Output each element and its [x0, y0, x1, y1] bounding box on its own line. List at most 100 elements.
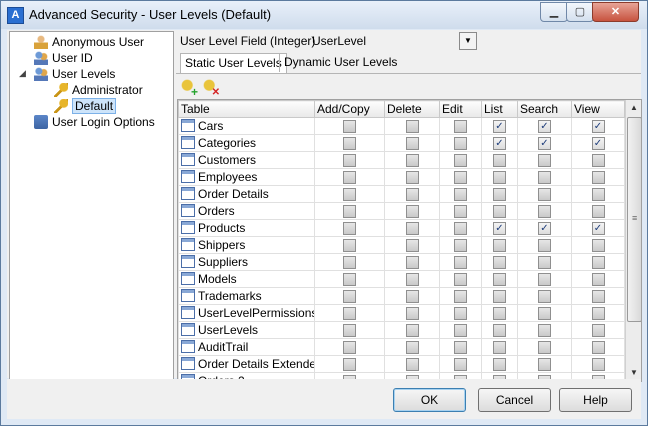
tree-item-user-id[interactable]: User ID	[34, 50, 93, 66]
permission-checkbox[interactable]	[454, 137, 467, 151]
permission-checkbox[interactable]	[493, 171, 506, 185]
permission-checkbox[interactable]	[538, 205, 551, 219]
permission-checkbox[interactable]	[405, 324, 419, 338]
permission-checkbox[interactable]	[343, 273, 356, 287]
chevron-down-icon[interactable]: ▼	[459, 32, 477, 50]
permission-checkbox[interactable]	[405, 188, 419, 202]
permission-checkbox[interactable]	[454, 341, 467, 355]
permission-checkbox[interactable]	[493, 324, 506, 338]
table-row[interactable]: Shippers	[178, 236, 625, 254]
permission-checkbox[interactable]: ✓	[538, 137, 551, 151]
table-row[interactable]: Order Details	[178, 185, 625, 203]
permission-checkbox[interactable]	[343, 358, 356, 372]
tree-item-administrator[interactable]: Administrator	[54, 82, 143, 98]
column-header[interactable]: Delete	[384, 100, 440, 118]
tab-dynamic-user-levels[interactable]: Dynamic User Levels	[279, 53, 401, 72]
permission-checkbox[interactable]: ✓	[493, 120, 506, 134]
permission-checkbox[interactable]	[493, 307, 506, 321]
permission-checkbox[interactable]	[405, 239, 419, 253]
permission-checkbox[interactable]	[493, 256, 506, 270]
permission-checkbox[interactable]	[405, 222, 419, 236]
permission-checkbox[interactable]	[454, 171, 467, 185]
permission-checkbox[interactable]	[454, 290, 467, 304]
table-row[interactable]: Order Details Extended	[178, 355, 625, 373]
permission-checkbox[interactable]	[591, 154, 605, 168]
column-header[interactable]: Search	[517, 100, 572, 118]
permission-checkbox[interactable]	[454, 256, 467, 270]
permission-checkbox[interactable]	[591, 205, 605, 219]
permission-checkbox[interactable]: ✓	[538, 222, 551, 236]
permission-checkbox[interactable]: ✓	[493, 222, 506, 236]
permission-checkbox[interactable]	[454, 324, 467, 338]
table-row[interactable]: UserLevelPermissions	[178, 304, 625, 322]
column-header[interactable]: List	[481, 100, 518, 118]
permission-checkbox[interactable]	[538, 188, 551, 202]
tree-item-default[interactable]: Default	[54, 98, 117, 114]
permission-checkbox[interactable]: ✓	[591, 137, 605, 151]
table-row[interactable]: Trademarks	[178, 287, 625, 305]
help-button[interactable]: Help	[559, 388, 632, 412]
permission-checkbox[interactable]	[493, 341, 506, 355]
permission-checkbox[interactable]	[454, 120, 467, 134]
permission-checkbox[interactable]	[591, 239, 605, 253]
maximize-button[interactable]: ▢	[566, 2, 594, 22]
permission-checkbox[interactable]	[405, 273, 419, 287]
permission-checkbox[interactable]	[454, 205, 467, 219]
tree-item-anonymous-user[interactable]: Anonymous User	[34, 34, 144, 50]
permission-checkbox[interactable]	[343, 307, 356, 321]
permission-checkbox[interactable]	[405, 137, 419, 151]
permission-checkbox[interactable]	[454, 273, 467, 287]
permission-checkbox[interactable]	[343, 239, 356, 253]
permission-checkbox[interactable]	[538, 273, 551, 287]
permission-checkbox[interactable]	[405, 154, 419, 168]
permission-checkbox[interactable]	[591, 358, 605, 372]
scroll-up-icon[interactable]: ▲	[626, 100, 641, 116]
permission-checkbox[interactable]	[454, 239, 467, 253]
permission-checkbox[interactable]	[591, 256, 605, 270]
permission-checkbox[interactable]	[538, 154, 551, 168]
permission-checkbox[interactable]: ✓	[538, 120, 551, 134]
permission-checkbox[interactable]	[343, 188, 356, 202]
close-button[interactable]: ✕	[592, 2, 639, 22]
permission-checkbox[interactable]: ✓	[591, 222, 605, 236]
table-row[interactable]: Orders	[178, 202, 625, 220]
permission-checkbox[interactable]	[343, 256, 356, 270]
table-row[interactable]: UserLevels	[178, 321, 625, 339]
permission-checkbox[interactable]	[493, 239, 506, 253]
permission-checkbox[interactable]	[591, 324, 605, 338]
permission-checkbox[interactable]	[591, 290, 605, 304]
permission-checkbox[interactable]	[454, 358, 467, 372]
permission-checkbox[interactable]	[343, 120, 356, 134]
minimize-button[interactable]: ▁	[540, 2, 568, 22]
table-row[interactable]: AuditTrail	[178, 338, 625, 356]
table-row[interactable]: Models	[178, 270, 625, 288]
permission-checkbox[interactable]	[538, 239, 551, 253]
table-row[interactable]: Products ✓ ✓ ✓	[178, 219, 625, 237]
permission-checkbox[interactable]	[493, 290, 506, 304]
permission-checkbox[interactable]	[343, 137, 356, 151]
permission-checkbox[interactable]	[538, 358, 551, 372]
permission-checkbox[interactable]	[493, 358, 506, 372]
table-row[interactable]: Employees	[178, 168, 625, 186]
column-header[interactable]: Table	[178, 100, 315, 118]
permission-checkbox[interactable]	[454, 222, 467, 236]
column-header[interactable]: View	[571, 100, 625, 118]
permission-checkbox[interactable]	[493, 188, 506, 202]
permission-checkbox[interactable]	[591, 188, 605, 202]
permission-checkbox[interactable]	[538, 290, 551, 304]
cancel-button[interactable]: Cancel	[478, 388, 551, 412]
delete-key-icon[interactable]	[202, 78, 220, 98]
permission-checkbox[interactable]	[343, 154, 356, 168]
permission-checkbox[interactable]	[405, 307, 419, 321]
table-row[interactable]: Suppliers	[178, 253, 625, 271]
permission-checkbox[interactable]	[405, 256, 419, 270]
permission-checkbox[interactable]	[405, 358, 419, 372]
ok-button[interactable]: OK	[393, 388, 466, 412]
permission-checkbox[interactable]	[538, 307, 551, 321]
permission-checkbox[interactable]	[405, 171, 419, 185]
tab-static-user-levels[interactable]: Static User Levels	[180, 53, 287, 73]
tree-item-user-login-options[interactable]: User Login Options	[34, 114, 155, 130]
tree-expander-icon[interactable]: ◢	[19, 68, 26, 79]
permission-checkbox[interactable]	[493, 205, 506, 219]
permission-checkbox[interactable]	[591, 273, 605, 287]
